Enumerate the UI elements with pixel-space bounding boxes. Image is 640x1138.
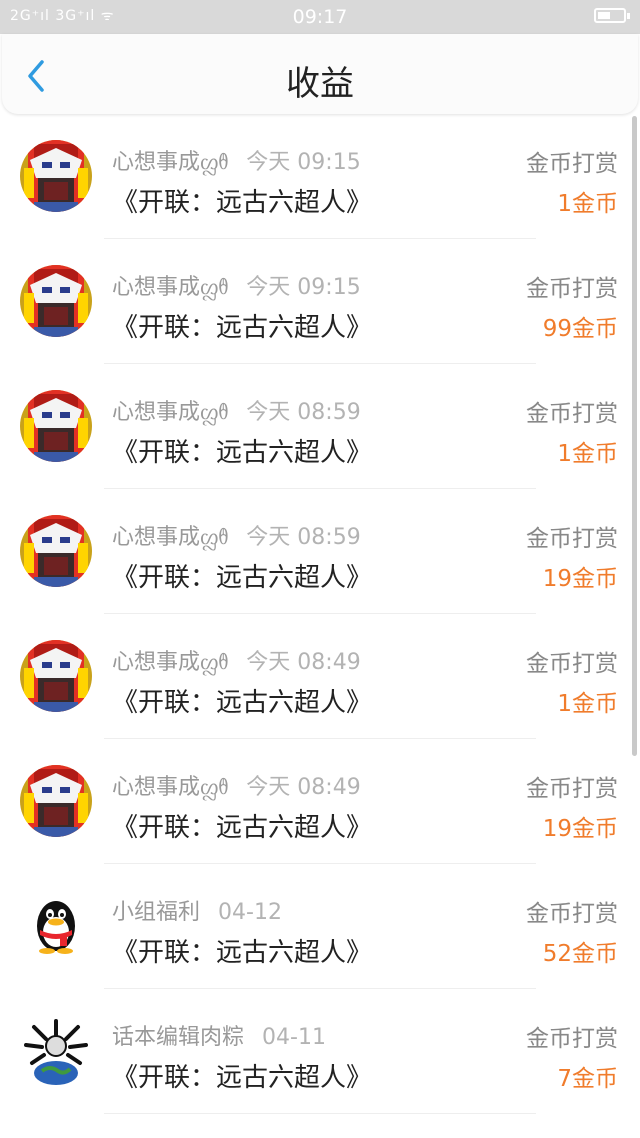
reward-type: 金币打赏	[526, 151, 618, 177]
reward-type: 金币打赏	[526, 1026, 618, 1052]
avatar[interactable]	[20, 140, 92, 212]
book-title: 《开联：远古六超人》	[112, 1063, 373, 1093]
row-title: 心想事成ᦜᦹ 今天 08:49	[112, 769, 361, 801]
reward-amount: 19金币	[542, 566, 618, 592]
row-title: 心想事成ᦜᦹ 今天 08:49	[112, 644, 361, 676]
reward-type: 金币打赏	[526, 651, 618, 677]
row-title: 话本编辑肉粽 04-11	[112, 1019, 326, 1051]
status-bar: 2G⁺ıl 3G⁺ıl ᯤ 09:17	[0, 0, 640, 34]
reward-type: 金币打赏	[526, 526, 618, 552]
reward-type: 金币打赏	[526, 276, 618, 302]
book-title: 《开联：远古六超人》	[112, 438, 373, 468]
row-time: 今天 08:59	[246, 400, 361, 425]
status-time: 09:17	[292, 6, 348, 28]
avatar[interactable]	[20, 265, 92, 337]
reward-type: 金币打赏	[526, 401, 618, 427]
avatar[interactable]	[20, 890, 92, 962]
sender-name: 心想事成ᦜᦹ	[112, 400, 229, 425]
book-title: 《开联：远古六超人》	[112, 688, 373, 718]
reward-amount: 1金币	[557, 691, 618, 717]
reward-amount: 1金币	[557, 441, 618, 467]
sender-name: 心想事成ᦜᦹ	[112, 275, 229, 300]
earning-row[interactable]: 话本编辑肉粽 04-11 《开联：远古六超人》 金币打赏 7金币	[0, 989, 640, 1114]
row-time: 今天 08:49	[246, 775, 361, 800]
reward-type: 金币打赏	[526, 776, 618, 802]
row-title: 心想事成ᦜᦹ 今天 08:59	[112, 519, 361, 551]
sender-name: 心想事成ᦜᦹ	[112, 525, 229, 550]
book-title: 《开联：远古六超人》	[112, 938, 373, 968]
sender-name: 心想事成ᦜᦹ	[112, 650, 229, 675]
earning-row[interactable]: 心想事成ᦜᦹ 今天 09:15 《开联：远古六超人》 金币打赏 1金币	[0, 114, 640, 239]
header: 收益	[2, 34, 638, 114]
earning-row[interactable]: 心想事成ᦜᦹ 今天 08:49 《开联：远古六超人》 金币打赏 19金币	[0, 739, 640, 864]
row-time: 04-12	[218, 900, 282, 925]
row-time: 04-11	[262, 1025, 326, 1050]
sender-name: 心想事成ᦜᦹ	[112, 775, 229, 800]
sender-name: 小组福利	[112, 900, 201, 925]
scrollbar[interactable]	[632, 116, 637, 756]
book-title: 《开联：远古六超人》	[112, 188, 373, 218]
book-title: 《开联：远古六超人》	[112, 813, 373, 843]
row-title: 小组福利 04-12	[112, 894, 282, 926]
reward-amount: 1金币	[557, 191, 618, 217]
earning-row[interactable]: 小组福利 04-12 《开联：远古六超人》 金币打赏 52金币	[0, 864, 640, 989]
reward-amount: 99金币	[542, 316, 618, 342]
row-title: 心想事成ᦜᦹ 今天 09:15	[112, 144, 361, 176]
avatar[interactable]	[20, 515, 92, 587]
earning-row[interactable]: 心想事成ᦜᦹ 今天 08:59 《开联：远古六超人》 金币打赏 1金币	[0, 364, 640, 489]
page-title: 收益	[286, 64, 354, 104]
avatar[interactable]	[20, 390, 92, 462]
book-title: 《开联：远古六超人》	[112, 563, 373, 593]
avatar[interactable]	[20, 640, 92, 712]
earning-row[interactable]: 心想事成ᦜᦹ 今天 08:59 《开联：远古六超人》 金币打赏 19金币	[0, 489, 640, 614]
row-title: 心想事成ᦜᦹ 今天 09:15	[112, 269, 361, 301]
reward-type: 金币打赏	[526, 901, 618, 927]
earnings-list: 心想事成ᦜᦹ 今天 09:15 《开联：远古六超人》 金币打赏 1金币 心想事成ᦜᦹ 今天…	[0, 114, 640, 1114]
battery-icon	[594, 8, 630, 23]
sender-name: 话本编辑肉粽	[112, 1025, 245, 1050]
book-title: 《开联：远古六超人》	[112, 313, 373, 343]
row-time: 今天 08:59	[246, 525, 361, 550]
row-time: 今天 09:15	[246, 150, 361, 175]
reward-amount: 52金币	[542, 941, 618, 967]
reward-amount: 7金币	[557, 1066, 618, 1092]
row-time: 今天 09:15	[246, 275, 361, 300]
avatar[interactable]	[20, 1015, 92, 1087]
reward-amount: 19金币	[542, 816, 618, 842]
avatar[interactable]	[20, 765, 92, 837]
row-title: 心想事成ᦜᦹ 今天 08:59	[112, 394, 361, 426]
sender-name: 心想事成ᦜᦹ	[112, 150, 229, 175]
earning-row[interactable]: 心想事成ᦜᦹ 今天 08:49 《开联：远古六超人》 金币打赏 1金币	[0, 614, 640, 739]
row-time: 今天 08:49	[246, 650, 361, 675]
divider	[104, 1113, 536, 1114]
earning-row[interactable]: 心想事成ᦜᦹ 今天 09:15 《开联：远古六超人》 金币打赏 99金币	[0, 239, 640, 364]
